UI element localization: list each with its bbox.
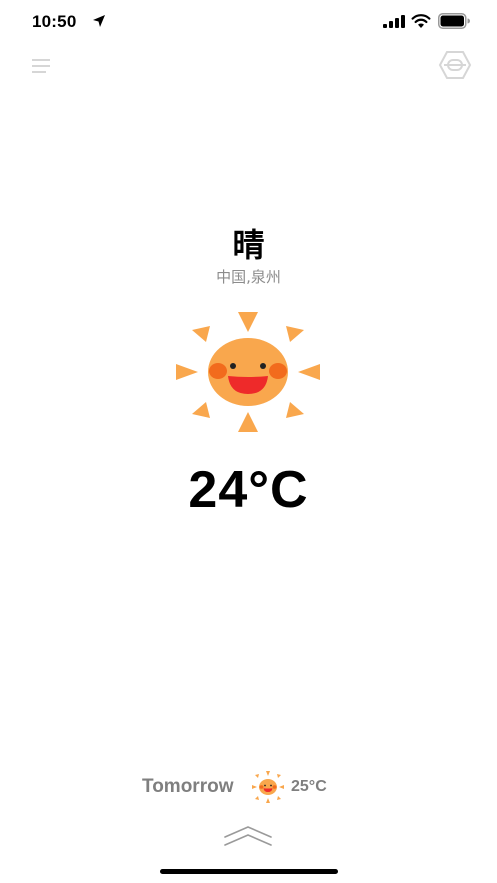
location-label: 中国,泉州 xyxy=(216,268,281,286)
wifi-icon xyxy=(411,14,431,28)
smiling-sun-icon xyxy=(176,312,320,432)
menu-button[interactable] xyxy=(30,55,54,77)
hexagon-settings-icon xyxy=(438,51,472,79)
smiling-sun-icon xyxy=(252,771,284,803)
double-chevron-up-icon xyxy=(224,826,272,846)
hamburger-menu-icon xyxy=(32,59,50,73)
current-temperature: 24°C xyxy=(188,461,309,519)
weather-condition: 晴 xyxy=(232,226,265,264)
expand-button[interactable] xyxy=(222,824,274,848)
status-time: 10:50 xyxy=(32,12,77,31)
status-bar: 10:50 xyxy=(0,0,497,44)
home-indicator[interactable] xyxy=(160,869,338,874)
tomorrow-label: Tomorrow xyxy=(142,776,234,797)
location-arrow-icon xyxy=(93,15,105,27)
tomorrow-temperature: 25°C xyxy=(291,778,327,795)
settings-button[interactable] xyxy=(438,50,472,80)
battery-icon xyxy=(438,13,470,29)
tomorrow-forecast: Tomorrow 25°C xyxy=(0,768,497,808)
cellular-signal-icon xyxy=(383,15,405,28)
